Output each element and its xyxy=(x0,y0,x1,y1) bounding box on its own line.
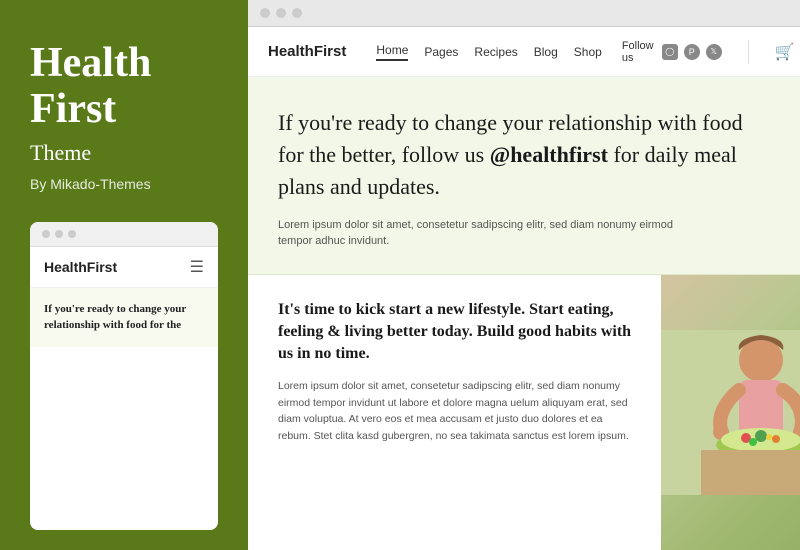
sidebar-author: By Mikado-Themes xyxy=(30,176,218,192)
mini-browser-bar xyxy=(30,222,218,247)
lower-image-inner xyxy=(661,275,800,550)
nav-link-blog[interactable]: Blog xyxy=(534,45,558,59)
mini-browser-header: HealthFirst ☰ xyxy=(30,247,218,288)
navbar-divider xyxy=(748,40,749,64)
site-logo: HealthFirst xyxy=(268,43,346,60)
mini-headline: If you're ready to change your relations… xyxy=(44,302,204,333)
mini-browser-mockup: HealthFirst ☰ If you're ready to change … xyxy=(30,222,218,530)
instagram-icon[interactable]: ◯ xyxy=(662,44,678,60)
chrome-dot-2 xyxy=(276,8,286,18)
follow-us-label: Follow us xyxy=(622,40,654,64)
nav-link-recipes[interactable]: Recipes xyxy=(474,45,517,59)
site-navbar: HealthFirst Home Pages Recipes Blog Shop… xyxy=(248,27,800,77)
social-icons: ◯ P 𝕏 xyxy=(662,44,722,60)
chrome-dot-1 xyxy=(260,8,270,18)
nav-link-home[interactable]: Home xyxy=(376,43,408,61)
mini-browser-content: If you're ready to change your relations… xyxy=(30,288,218,347)
hero-headline: If you're ready to change your relations… xyxy=(278,107,758,203)
lower-section: It's time to kick start a new lifestyle.… xyxy=(248,275,800,550)
nav-link-pages[interactable]: Pages xyxy=(424,45,458,59)
mini-dot-2 xyxy=(55,230,63,238)
mini-dot-1 xyxy=(42,230,50,238)
hero-handle: @healthfirst xyxy=(490,142,608,167)
lower-body-text: Lorem ipsum dolor sit amet, consetetur s… xyxy=(278,378,637,445)
twitter-icon[interactable]: 𝕏 xyxy=(706,44,722,60)
pinterest-icon[interactable]: P xyxy=(684,44,700,60)
nav-link-shop[interactable]: Shop xyxy=(574,45,602,59)
sidebar-subtitle: Theme xyxy=(30,140,218,166)
mini-site-logo: HealthFirst xyxy=(44,259,117,275)
hero-section: If you're ready to change your relations… xyxy=(248,77,800,275)
lower-text-block: It's time to kick start a new lifestyle.… xyxy=(248,275,661,550)
browser-chrome xyxy=(248,0,800,27)
site-content: If you're ready to change your relations… xyxy=(248,77,800,550)
mini-hamburger-icon: ☰ xyxy=(190,257,204,277)
nav-links: Home Pages Recipes Blog Shop xyxy=(376,43,601,61)
hero-subtext: Lorem ipsum dolor sit amet, consetetur s… xyxy=(278,217,698,250)
lower-headline: It's time to kick start a new lifestyle.… xyxy=(278,299,637,366)
main-browser-area: HealthFirst Home Pages Recipes Blog Shop… xyxy=(248,0,800,550)
mini-dot-3 xyxy=(68,230,76,238)
cart-icon-wrap: 🛒 xyxy=(775,42,795,62)
sidebar: Health First Theme By Mikado-Themes Heal… xyxy=(0,0,248,550)
lower-image xyxy=(661,275,800,550)
sidebar-title: Health First xyxy=(30,40,218,132)
follow-us-section: Follow us ◯ P 𝕏 xyxy=(622,40,722,64)
chrome-dot-3 xyxy=(292,8,302,18)
scene-illustration xyxy=(661,330,800,495)
cart-icon[interactable]: 🛒 xyxy=(775,44,795,61)
